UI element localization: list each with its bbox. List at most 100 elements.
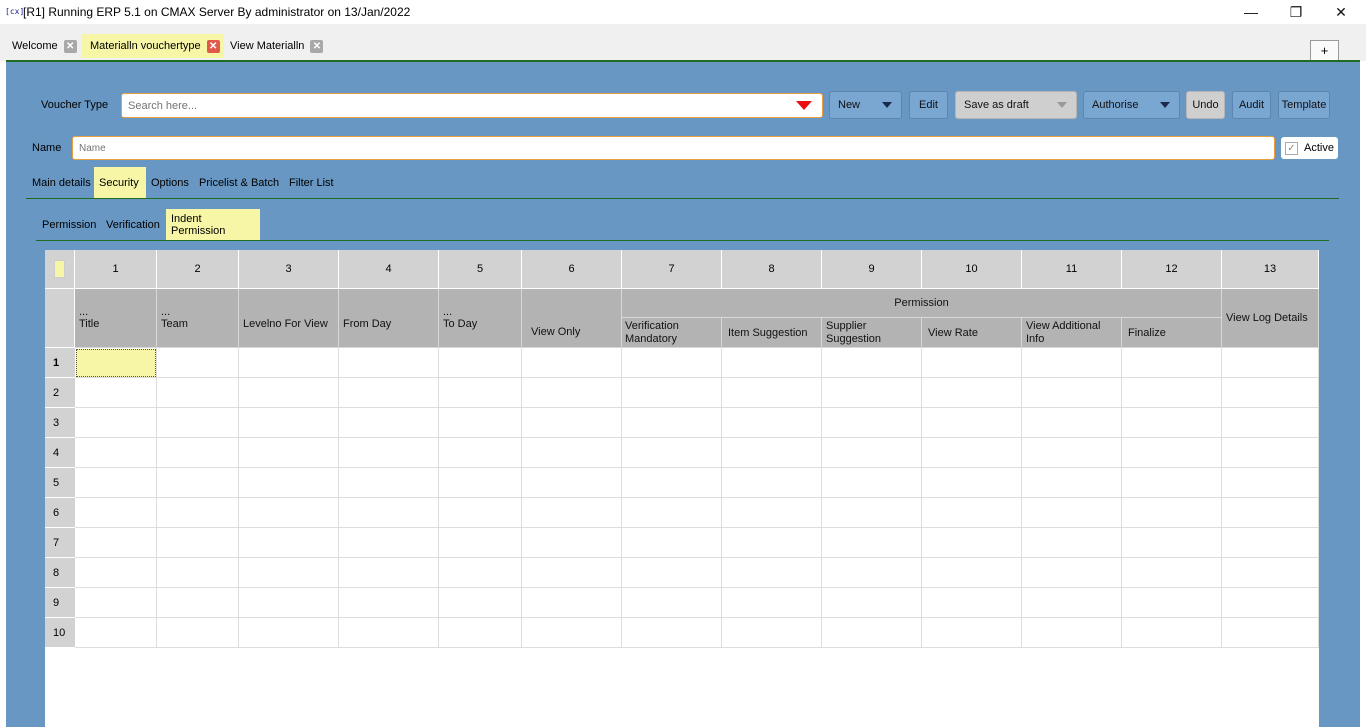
- grid-cell[interactable]: [339, 408, 439, 438]
- grid-cell[interactable]: [522, 408, 622, 438]
- grid-cell[interactable]: [75, 528, 157, 558]
- grid-cell[interactable]: [239, 348, 339, 378]
- grid-cell[interactable]: [157, 408, 239, 438]
- grid-cell[interactable]: [75, 588, 157, 618]
- grid-cell[interactable]: [922, 618, 1022, 648]
- grid-cell[interactable]: [1122, 348, 1222, 378]
- grid-cell[interactable]: [157, 498, 239, 528]
- col-number[interactable]: 8: [722, 250, 822, 289]
- grid-cell[interactable]: [622, 408, 722, 438]
- grid-cell[interactable]: [922, 348, 1022, 378]
- grid-cell[interactable]: [1122, 528, 1222, 558]
- grid-cell[interactable]: [339, 438, 439, 468]
- col-header-view-rate[interactable]: View Rate: [922, 318, 1022, 348]
- tab-materialln-vouchertype[interactable]: Materialln vouchertype ✕: [82, 34, 224, 58]
- grid-cell[interactable]: [1022, 348, 1122, 378]
- grid-cell[interactable]: [1222, 438, 1319, 468]
- grid-cell[interactable]: [622, 378, 722, 408]
- tab-permission[interactable]: Permission: [37, 209, 101, 240]
- close-window-button[interactable]: ✕: [1318, 0, 1364, 24]
- row-number[interactable]: 4: [45, 438, 75, 468]
- grid-cell[interactable]: [722, 468, 822, 498]
- row-number[interactable]: 2: [45, 378, 75, 408]
- col-number[interactable]: 5: [439, 250, 522, 289]
- grid-cell[interactable]: [157, 378, 239, 408]
- col-header-from-day[interactable]: From Day: [339, 289, 439, 348]
- grid-cell[interactable]: [1122, 618, 1222, 648]
- tab-security[interactable]: Security: [94, 167, 146, 198]
- row-number[interactable]: 6: [45, 498, 75, 528]
- grid-cell[interactable]: [339, 588, 439, 618]
- tab-pricelist-batch[interactable]: Pricelist & Batch: [194, 167, 284, 198]
- grid-cell[interactable]: [822, 618, 922, 648]
- col-number[interactable]: 13: [1222, 250, 1319, 289]
- grid-cell[interactable]: [1222, 558, 1319, 588]
- tab-welcome[interactable]: Welcome ✕: [4, 34, 81, 58]
- grid-cell[interactable]: [722, 558, 822, 588]
- tab-filter-list[interactable]: Filter List: [284, 167, 339, 198]
- close-tab-icon[interactable]: ✕: [206, 39, 220, 53]
- grid-cell[interactable]: [1022, 498, 1122, 528]
- grid-cell[interactable]: [1222, 408, 1319, 438]
- grid-cell[interactable]: [239, 468, 339, 498]
- grid-cell[interactable]: [722, 588, 822, 618]
- grid-cell[interactable]: [439, 408, 522, 438]
- save-as-draft-button[interactable]: Save as draft: [955, 91, 1077, 119]
- active-checkbox[interactable]: ✓ Active: [1281, 137, 1338, 159]
- grid-cell[interactable]: [75, 558, 157, 588]
- grid-cell[interactable]: [439, 618, 522, 648]
- grid-cell[interactable]: [1022, 528, 1122, 558]
- row-number[interactable]: 9: [45, 588, 75, 618]
- grid-cell[interactable]: [1222, 498, 1319, 528]
- undo-button[interactable]: Undo: [1186, 91, 1225, 119]
- grid-cell[interactable]: [75, 618, 157, 648]
- grid-cell[interactable]: [1022, 588, 1122, 618]
- grid-cell[interactable]: [622, 348, 722, 378]
- grid-cell[interactable]: [239, 588, 339, 618]
- grid-cell[interactable]: [922, 378, 1022, 408]
- grid-cell[interactable]: [822, 348, 922, 378]
- grid-cell[interactable]: [722, 618, 822, 648]
- grid-cell[interactable]: [339, 468, 439, 498]
- col-header-item-suggestion[interactable]: Item Suggestion: [722, 318, 822, 348]
- grid-cell[interactable]: [75, 378, 157, 408]
- maximize-button[interactable]: ❐: [1273, 0, 1319, 24]
- col-number[interactable]: 2: [157, 250, 239, 289]
- grid-cell[interactable]: [622, 468, 722, 498]
- grid-cell[interactable]: [522, 378, 622, 408]
- col-header-verification-mandatory[interactable]: Verification Mandatory: [622, 318, 722, 348]
- grid-cell[interactable]: [439, 348, 522, 378]
- name-field[interactable]: [72, 136, 1275, 160]
- checkbox-icon[interactable]: ✓: [1285, 141, 1298, 155]
- grid-cell[interactable]: [822, 468, 922, 498]
- grid-cell[interactable]: [439, 468, 522, 498]
- col-number[interactable]: 6: [522, 250, 622, 289]
- save-draft-dropdown-arrow-icon[interactable]: [1048, 92, 1076, 118]
- grid-cell[interactable]: [339, 618, 439, 648]
- col-number[interactable]: 1: [75, 250, 157, 289]
- grid-cell[interactable]: [157, 438, 239, 468]
- grid-cell[interactable]: [339, 528, 439, 558]
- grid-cell[interactable]: [922, 558, 1022, 588]
- grid-cell[interactable]: [239, 618, 339, 648]
- grid-cell[interactable]: [75, 468, 157, 498]
- row-number[interactable]: 1: [45, 348, 75, 378]
- grid-cell[interactable]: [922, 528, 1022, 558]
- grid-cell[interactable]: [75, 498, 157, 528]
- grid-cell[interactable]: [622, 588, 722, 618]
- grid-cell[interactable]: [922, 588, 1022, 618]
- grid-cell[interactable]: [522, 558, 622, 588]
- grid-cell[interactable]: [722, 348, 822, 378]
- grid-cell[interactable]: [1222, 618, 1319, 648]
- grid-cell[interactable]: [1122, 558, 1222, 588]
- minimize-button[interactable]: —: [1228, 0, 1274, 24]
- close-tab-icon[interactable]: ✕: [63, 39, 77, 53]
- grid-cell[interactable]: [1222, 468, 1319, 498]
- edit-button[interactable]: Edit: [909, 91, 948, 119]
- col-number[interactable]: 7: [622, 250, 722, 289]
- grid-cell[interactable]: [439, 498, 522, 528]
- grid-cell[interactable]: [239, 528, 339, 558]
- template-button[interactable]: Template: [1278, 91, 1330, 119]
- tab-verification[interactable]: Verification: [101, 209, 165, 240]
- grid-cell[interactable]: [75, 438, 157, 468]
